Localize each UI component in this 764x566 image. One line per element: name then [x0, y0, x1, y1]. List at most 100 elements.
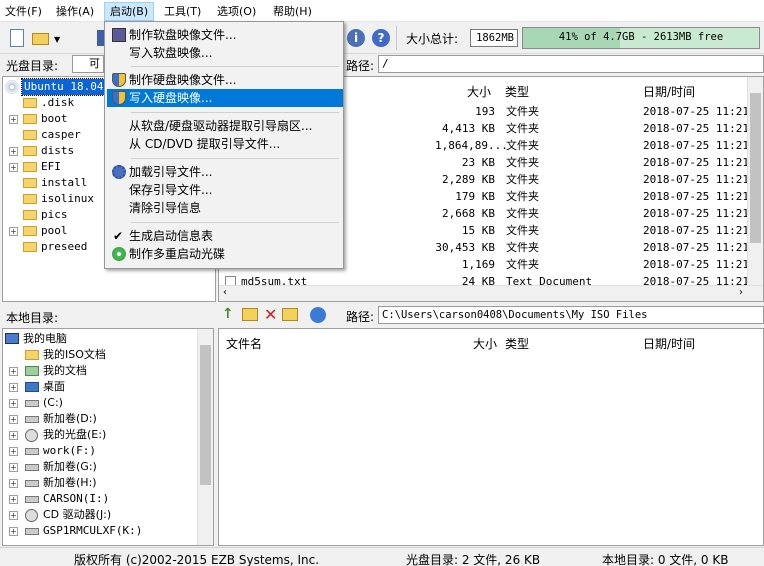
tree-item-label[interactable]: 桌面 — [43, 379, 65, 395]
cd-tree-root-label[interactable]: Ubuntu 18.04. — [20, 78, 114, 96]
cd-path-field[interactable]: / — [378, 55, 764, 73]
scroll-right-icon[interactable]: › — [739, 287, 743, 298]
local-directory-label: 本地目录: — [6, 311, 59, 325]
expand-icon[interactable]: + — [9, 447, 18, 456]
file-date: 2018-07-25 11:21 — [643, 190, 749, 203]
tree-item-label[interactable]: 我的文档 — [43, 363, 87, 379]
vertical-scrollbar[interactable] — [197, 329, 213, 545]
folder-icon — [23, 114, 37, 124]
file-type: 文件夹 — [506, 156, 539, 169]
column-header-name[interactable]: 文件名 — [226, 335, 262, 352]
tree-item-label[interactable]: 新加卷(D:) — [43, 411, 97, 427]
cd-path-label: 路径: — [346, 59, 375, 73]
folder-properties-icon[interactable] — [282, 308, 298, 321]
menu-help[interactable]: 帮助(H) — [268, 3, 317, 20]
documents-icon — [25, 366, 39, 376]
tree-item-label[interactable]: EFI — [41, 159, 61, 175]
expand-icon[interactable]: + — [9, 115, 18, 124]
menu-item-save-boot-file[interactable]: 保存引导文件... — [107, 181, 343, 199]
expand-icon[interactable]: + — [9, 399, 18, 408]
file-size: 2,668 KB — [442, 207, 495, 220]
folder-icon — [23, 98, 37, 108]
menu-item-extract-boot-sector[interactable]: 从软盘/硬盘驱动器提取引导扇区... — [107, 117, 343, 135]
local-tree-panel[interactable]: 我的电脑 我的ISO文档 + 我的文档 + 桌面 + (C:) + 新加卷(D:… — [2, 328, 214, 546]
tree-item-label[interactable]: (C:) — [43, 395, 63, 411]
file-date: 2018-07-25 11:21 — [643, 241, 749, 254]
tree-item-label[interactable]: casper — [41, 127, 81, 143]
delete-icon[interactable]: ✕ — [264, 305, 277, 324]
menu-item-make-hdd-image[interactable]: 制作硬盘映像文件... — [107, 71, 343, 89]
tree-item-label[interactable]: 我的电脑 — [23, 331, 67, 347]
menu-item-write-floppy-image[interactable]: 写入软盘映像... — [107, 44, 343, 62]
menu-item-label: 加载引导文件... — [129, 165, 213, 179]
help-icon[interactable]: ? — [372, 29, 390, 47]
expand-icon[interactable]: + — [9, 431, 18, 440]
menu-item-generate-boot-info-table[interactable]: ✔ 生成启动信息表 — [107, 227, 343, 245]
info-icon[interactable]: i — [347, 29, 365, 47]
tree-item-label[interactable]: .disk — [41, 95, 74, 111]
scrollbar-thumb[interactable] — [750, 93, 761, 243]
menu-options[interactable]: 选项(O) — [212, 3, 261, 20]
column-header-size[interactable]: 大小 — [467, 83, 491, 100]
menu-item-label: 清除引导信息 — [129, 201, 202, 215]
tree-item-label[interactable]: CARSON(I:) — [43, 491, 109, 507]
file-date: 2018-07-25 11:21 — [643, 173, 749, 186]
tree-item-label[interactable]: install — [41, 175, 87, 191]
vertical-scrollbar[interactable] — [747, 77, 763, 285]
menu-item-write-hdd-image[interactable]: 写入硬盘映像... — [107, 89, 343, 107]
tree-item-label[interactable]: dists — [41, 143, 74, 159]
scrollbar-thumb[interactable] — [200, 345, 211, 485]
scroll-left-icon[interactable]: ‹ — [223, 287, 227, 298]
column-header-date[interactable]: 日期/时间 — [643, 83, 695, 100]
menu-boot[interactable]: 启动(B) — [104, 2, 155, 21]
tree-item-label[interactable]: preseed — [41, 239, 87, 255]
expand-icon[interactable]: + — [9, 415, 18, 424]
menu-item-load-boot-file[interactable]: 加载引导文件... — [107, 163, 343, 181]
tree-item-label[interactable]: isolinux — [41, 191, 94, 207]
expand-icon[interactable]: + — [9, 367, 18, 376]
menu-item-make-floppy-image[interactable]: 制作软盘映像文件... — [107, 26, 343, 44]
cd-directory-combo[interactable]: 可 — [72, 55, 104, 73]
computer-icon — [5, 333, 19, 344]
up-arrow-icon[interactable]: ↑ — [222, 307, 236, 321]
menu-item-make-multiboot-disc[interactable]: 制作多重启动光碟 — [107, 245, 343, 263]
tree-item-label[interactable]: GSP1RMCULXF(K:) — [43, 523, 142, 539]
tree-item-label[interactable]: 新加卷(G:) — [43, 459, 97, 475]
open-folder-icon[interactable] — [29, 27, 51, 49]
expand-icon[interactable]: + — [9, 147, 18, 156]
desktop-icon — [25, 382, 39, 392]
menu-item-extract-boot-file[interactable]: 从 CD/DVD 提取引导文件... — [107, 135, 343, 153]
column-header-type[interactable]: 类型 — [505, 335, 529, 352]
menu-tools[interactable]: 工具(T) — [159, 3, 206, 20]
tree-item-label[interactable]: pool — [41, 223, 68, 239]
tree-item-label[interactable]: work(F:) — [43, 443, 96, 459]
refresh-icon[interactable] — [310, 307, 326, 323]
total-size-label: 大小总计: — [406, 32, 459, 46]
expand-icon[interactable]: + — [9, 463, 18, 472]
expand-icon[interactable]: + — [9, 511, 18, 520]
expand-icon[interactable]: + — [9, 527, 18, 536]
new-document-icon[interactable] — [6, 27, 28, 49]
tree-item-label[interactable]: CD 驱动器(J:) — [43, 507, 111, 523]
menu-file[interactable]: 文件(F) — [0, 3, 47, 20]
expand-icon[interactable]: + — [9, 383, 18, 392]
tree-item-label[interactable]: 新加卷(H:) — [43, 475, 97, 491]
tree-item-label[interactable]: 我的光盘(E:) — [43, 427, 106, 443]
column-header-date[interactable]: 日期/时间 — [643, 335, 695, 352]
expand-icon[interactable]: + — [9, 227, 18, 236]
column-header-type[interactable]: 类型 — [505, 83, 529, 100]
open-dropdown-icon[interactable]: ▼ — [54, 35, 60, 44]
tree-item-label[interactable]: boot — [41, 111, 68, 127]
tree-item-label[interactable]: pics — [41, 207, 68, 223]
tree-item-label[interactable]: 我的ISO文档 — [43, 347, 106, 363]
local-file-list[interactable]: 文件名 大小 类型 日期/时间 — [218, 328, 764, 546]
local-path-field[interactable]: C:\Users\carson0408\Documents\My ISO Fil… — [378, 306, 764, 324]
menu-action[interactable]: 操作(A) — [51, 3, 99, 20]
horizontal-scrollbar[interactable]: ‹ › — [219, 285, 763, 301]
expand-icon[interactable]: + — [9, 163, 18, 172]
expand-icon[interactable]: + — [9, 479, 18, 488]
new-folder-icon[interactable] — [242, 308, 258, 321]
expand-icon[interactable]: + — [9, 495, 18, 504]
menu-item-clear-boot-info[interactable]: 清除引导信息 — [107, 199, 343, 217]
column-header-size[interactable]: 大小 — [473, 335, 497, 352]
